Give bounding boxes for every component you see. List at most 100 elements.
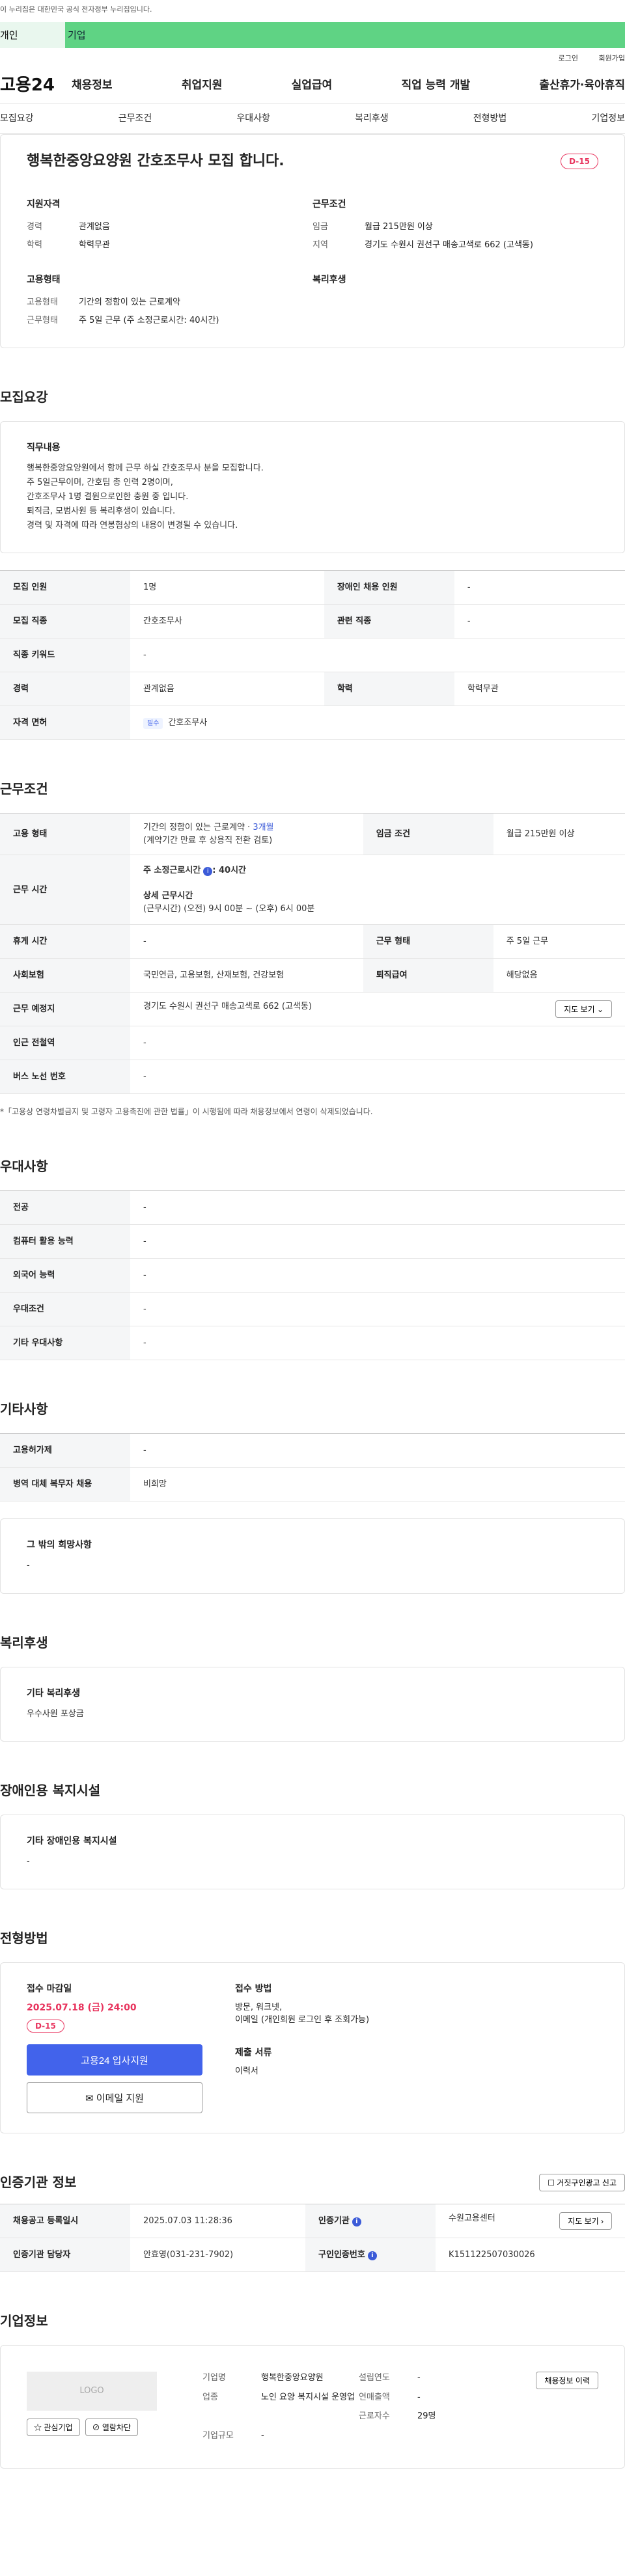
report-icon: ☐ xyxy=(548,2178,555,2187)
gnb-unemployment-benefit[interactable]: 실업급여 xyxy=(292,77,333,94)
manager-label: 인증기관 담당자 xyxy=(0,2238,130,2273)
email-apply-label: 이메일 지원 xyxy=(96,2092,144,2104)
emp-note: (계약기간 만료 후 상용직 전환 검토) xyxy=(143,835,273,845)
cond-region-label: 지역 xyxy=(312,240,328,250)
required-tag: 필수 xyxy=(143,718,163,730)
qual-title: 지원자격 xyxy=(27,199,61,210)
sales-value: - xyxy=(417,2392,421,2402)
process-section-title: 전형방법 xyxy=(0,1930,48,1946)
work-table: 고용 형태 기간의 정함이 있는 근로계약 · 3개월 (계약기간 만료 후 상용직… xyxy=(0,813,625,1095)
company-name-value: 행복한중앙요양원 xyxy=(261,2373,324,2383)
recruit-section-title: 모집요강 xyxy=(0,389,48,405)
welfare-value: 우수사원 포상금 xyxy=(27,1708,84,1719)
map-button[interactable]: 지도 보기 ⌄ xyxy=(555,1000,612,1019)
email-apply-button[interactable]: ✉ 이메일 지원 xyxy=(27,2082,202,2114)
subnav-recruit[interactable]: 모집요강 xyxy=(0,112,34,126)
keyword-value: - xyxy=(130,638,625,673)
gnb-parental-leave[interactable]: 출산휴가·육아휴직 xyxy=(539,77,625,94)
pref-label: 우대조건 xyxy=(0,1292,130,1327)
gnb-vocational-training[interactable]: 직업 능력 개발 xyxy=(401,77,470,94)
hours-detail-value: (근무시간) (오전) 9시 00분 ~ (오후) 6시 00분 xyxy=(143,903,315,914)
agency-section-title: 인증기관 정보 xyxy=(0,2174,77,2191)
login-link[interactable]: 로그인 xyxy=(559,54,578,62)
disabled-label: 장애인 채용 인원 xyxy=(324,570,454,605)
pref-value: - xyxy=(130,1258,625,1293)
signup-link[interactable]: 회원가입 xyxy=(599,54,625,62)
job-summary-card: 행복한중앙요양원 간호조무사 모집 합니다. D-15 지원자격 경력 관계없음 … xyxy=(0,134,625,348)
deadline-title: 접수 마감일 xyxy=(27,1983,72,1994)
report-button[interactable]: ☐ 거짓구인광고 신고 xyxy=(539,2173,625,2191)
etc-label: 고용허가제 xyxy=(0,1433,130,1468)
company-box: LOGO ☆ 관심기업 ⊘ 열람차단 기업명 행복한중앙요양원 설립연도 - 업종 노… xyxy=(0,2345,625,2469)
info-icon[interactable]: i xyxy=(367,2251,377,2260)
method-value-2: 이메일 (개인회원 로그인 후 조회가능) xyxy=(235,2015,370,2025)
bus-value: - xyxy=(130,1060,625,1095)
pref-label: 전공 xyxy=(0,1190,130,1226)
emp-form-value: 주 5일 근무 (주 소정근로시간: 40시간) xyxy=(79,315,219,325)
org-label: 인증기관 xyxy=(318,2216,350,2226)
related-value: - xyxy=(454,604,625,639)
apply-button[interactable]: 고용24 입사지원 xyxy=(27,2044,202,2076)
hours-detail-title: 상세 근무시간 xyxy=(143,891,193,901)
welfare-section-title: 복리후생 xyxy=(0,1634,48,1651)
cond-title: 근무조건 xyxy=(312,199,346,210)
gnb-employment-support[interactable]: 취업지원 xyxy=(182,77,223,94)
pref-label: 컴퓨터 활용 능력 xyxy=(0,1224,130,1259)
subnav-pref[interactable]: 우대사항 xyxy=(236,112,270,126)
favorite-company-button[interactable]: ☆ 관심기업 xyxy=(27,2418,80,2437)
brand-logo[interactable]: 고용24 xyxy=(0,73,72,98)
founded-label: 설립연도 xyxy=(359,2373,390,2383)
place-value: 경기도 수원시 권선구 매송고색로 662 (고색동) xyxy=(143,1002,312,1012)
size-value: - xyxy=(261,2430,264,2441)
industry-label: 업종 xyxy=(202,2392,218,2402)
etc-value: - xyxy=(130,1433,625,1468)
keyword-label: 직종 키워드 xyxy=(0,638,130,673)
severance-label: 퇴직급여 xyxy=(363,958,493,993)
form-value: 주 5일 근무 xyxy=(493,924,625,959)
block-label: 열람차단 xyxy=(102,2423,132,2433)
severance-value: 해당없음 xyxy=(493,958,625,993)
other-wish-box: 그 밖의 희망사항 - xyxy=(0,1518,625,1594)
etc-section-title: 기타사항 xyxy=(0,1401,48,1418)
subnav-welfare[interactable]: 복리후생 xyxy=(355,112,389,126)
company-info: 기업명 행복한중앙요양원 설립연도 - 업종 노인 요양 복지시설 운영업 연매출액 -… xyxy=(202,2372,495,2442)
job-title: 행복한중앙요양원 간호조무사 모집 합니다. xyxy=(27,153,285,169)
duty-line: 경력 및 자격에 따라 연봉협상의 내용이 변경될 수 있습니다. xyxy=(27,521,238,531)
subnav-work[interactable]: 근무조건 xyxy=(118,112,152,126)
duty-line: 주 5일근무이며, 간호팀 총 인력 2명이며, xyxy=(27,478,173,488)
emp-type-label: 고용형태 xyxy=(27,297,58,307)
company-section-title: 기업정보 xyxy=(0,2313,48,2329)
work-section-title: 근무조건 xyxy=(0,781,48,797)
info-icon[interactable]: i xyxy=(352,2217,361,2227)
history-button[interactable]: 채용정보 이력 xyxy=(536,2372,598,2390)
global-nav: 고용24 채용정보 취업지원 실업급여 직업 능력 개발 출산휴가·육아휴직 xyxy=(0,68,625,104)
tab-company[interactable]: 기업 xyxy=(65,22,625,48)
gov-notice-bar: 이 누리집은 대한민국 공식 전자정부 누리집입니다. xyxy=(0,0,625,22)
company-name-label: 기업명 xyxy=(202,2373,226,2383)
qual-edu-value: 학력무관 xyxy=(79,240,110,250)
gnb-jobs[interactable]: 채용정보 xyxy=(72,77,113,94)
subnav-company[interactable]: 기업정보 xyxy=(591,112,625,126)
pref-label: 기타 우대사항 xyxy=(0,1326,130,1361)
recruit-table: 모집 인원 1명 장애인 채용 인원 - 모집 직종 간호조무사 관련 직종 - 직종 키워… xyxy=(0,570,625,741)
cond-wage-label: 임금 xyxy=(312,222,328,232)
subnav-process[interactable]: 전형방법 xyxy=(473,112,507,126)
duty-line: 간호조무사 1명 결원으로인한 충원 중 입니다. xyxy=(27,492,189,502)
duty-line: 퇴직금, 모범사원 등 복리후생이 있습니다. xyxy=(27,506,176,517)
company-logo: LOGO xyxy=(27,2372,157,2411)
info-icon[interactable]: i xyxy=(203,867,213,877)
headcount-label: 모집 인원 xyxy=(0,570,130,605)
block-view-button[interactable]: ⊘ 열람차단 xyxy=(85,2418,139,2437)
method-title: 접수 방법 xyxy=(235,1983,272,1994)
career-label: 경력 xyxy=(0,672,130,707)
chevron-right-icon: › xyxy=(601,2217,604,2227)
agency-map-button[interactable]: 지도 보기 › xyxy=(559,2212,612,2230)
license-label: 자격 면허 xyxy=(0,706,130,741)
tab-personal[interactable]: 개인 xyxy=(0,22,65,48)
user-type-tabs: 개인 기업 xyxy=(0,22,625,48)
emp-label: 고용 형태 xyxy=(0,813,130,856)
disabled-fac-box: 기타 장애인용 복지시설 - xyxy=(0,1814,625,1889)
station-value: - xyxy=(130,1026,625,1061)
other-wish-title: 그 밖의 희망사항 xyxy=(27,1540,92,1551)
duty-box: 직무내용 행복한중앙요양원에서 함께 근무 하실 간호조무사 분을 모집합니다.… xyxy=(0,421,625,554)
